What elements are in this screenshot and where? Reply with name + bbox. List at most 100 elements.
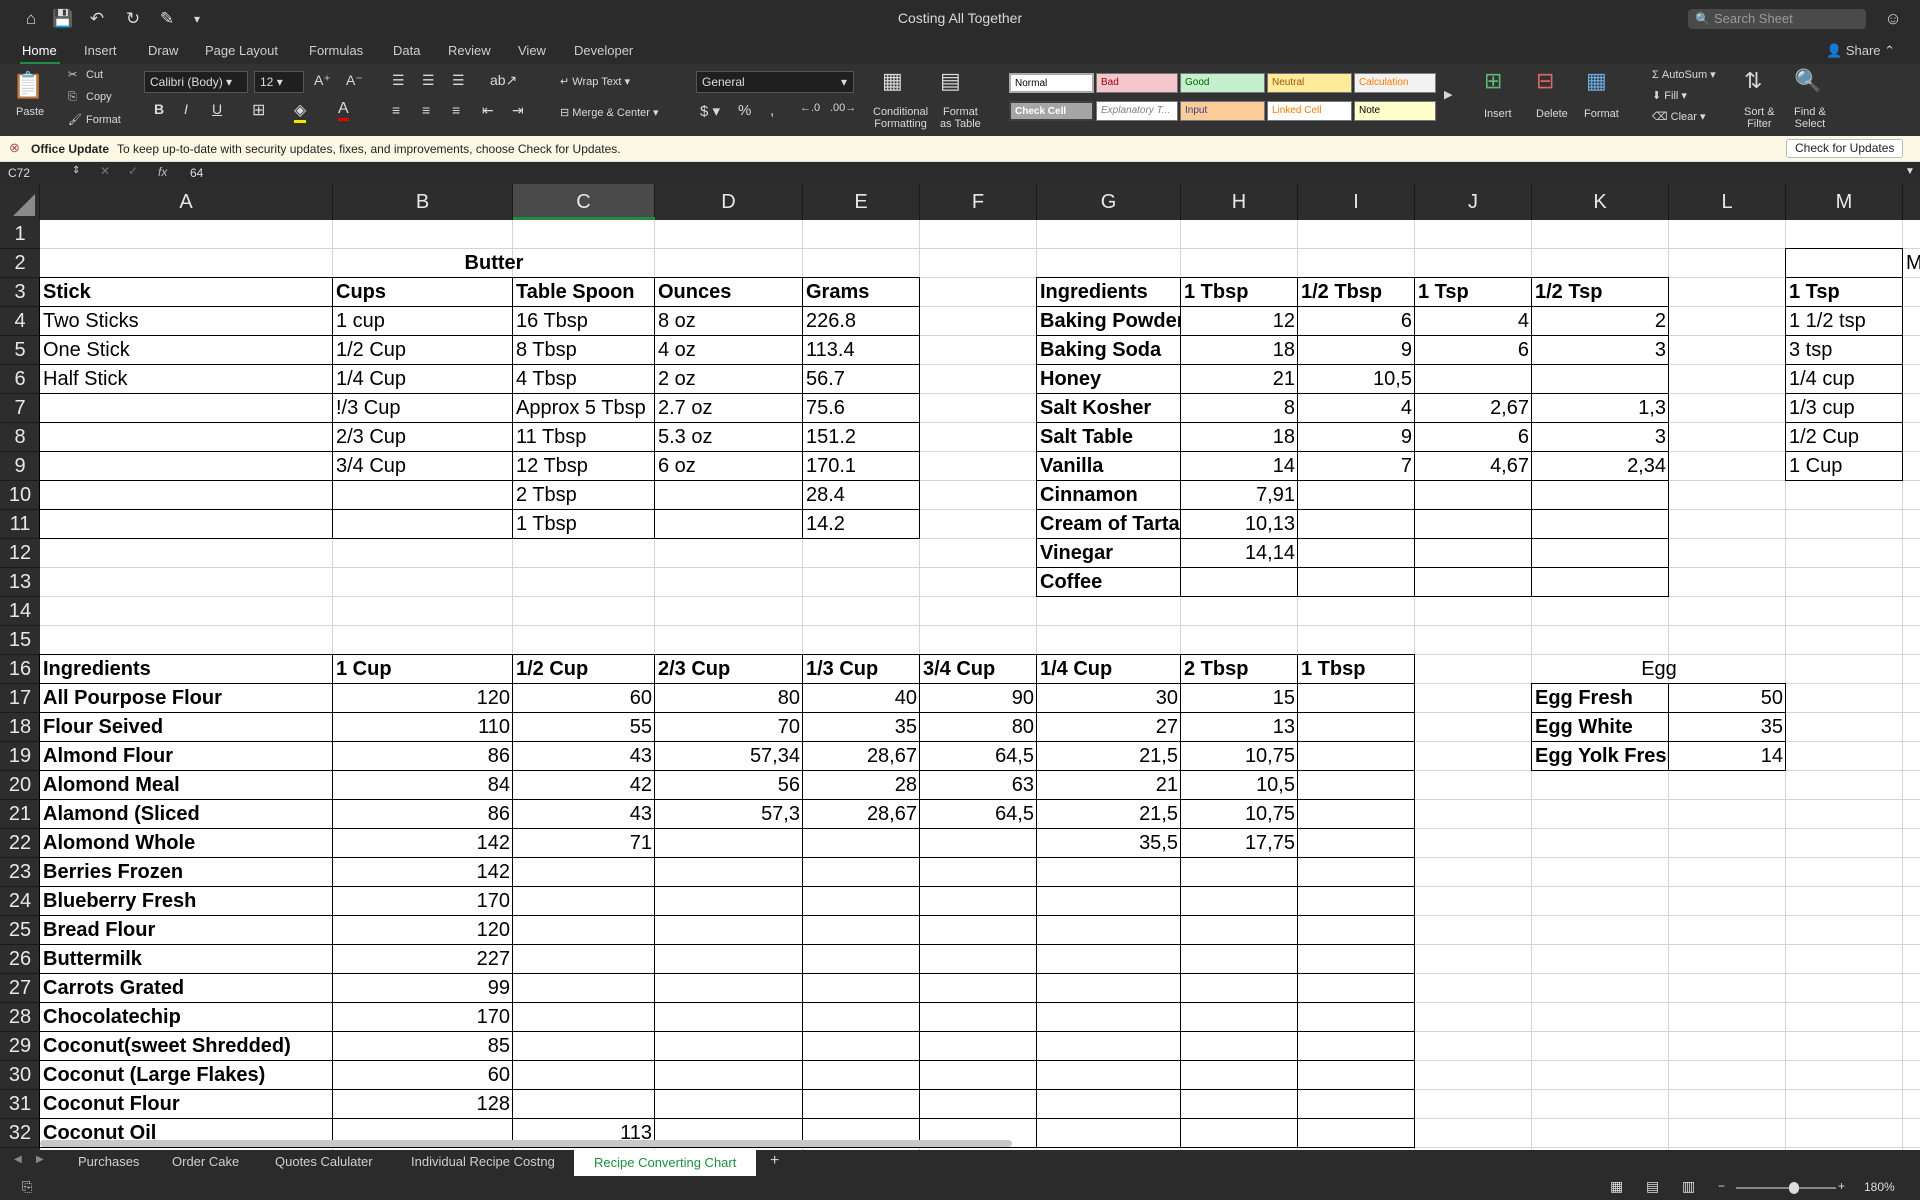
style-note[interactable]: Note bbox=[1354, 101, 1436, 121]
tab-draw[interactable]: Draw bbox=[148, 43, 178, 58]
cups-cell[interactable]: 99 bbox=[333, 974, 513, 1003]
conditional-formatting-icon[interactable]: ▦ bbox=[882, 68, 903, 94]
zoom-slider[interactable] bbox=[1736, 1187, 1836, 1189]
row-header[interactable]: 11 bbox=[0, 510, 40, 539]
spoon-cell[interactable]: 14,14 bbox=[1181, 539, 1298, 568]
row-header[interactable]: 5 bbox=[0, 336, 40, 365]
egg-cell[interactable]: Egg Yolk Fresh bbox=[1532, 742, 1669, 771]
add-sheet-icon[interactable]: + bbox=[770, 1152, 779, 1170]
cups-cell[interactable]: 13 bbox=[1181, 713, 1298, 742]
row-header[interactable]: 20 bbox=[0, 771, 40, 800]
row-header[interactable]: 4 bbox=[0, 307, 40, 336]
name-box[interactable]: C72 bbox=[8, 166, 30, 180]
cups-cell[interactable]: 28,67 bbox=[803, 800, 920, 829]
cups-cell[interactable]: 90 bbox=[920, 684, 1037, 713]
zoom-out-icon[interactable]: − bbox=[1718, 1179, 1725, 1193]
row-header[interactable]: 21 bbox=[0, 800, 40, 829]
cups-cell[interactable]: Chocolatechip bbox=[40, 1003, 333, 1032]
butter-header[interactable]: Table Spoon bbox=[513, 278, 655, 307]
butter-cell[interactable]: 3/4 Cup bbox=[333, 452, 513, 481]
cups-header[interactable]: 1/2 Cup bbox=[513, 655, 655, 684]
row-header[interactable]: 1 bbox=[0, 220, 40, 249]
sheet-tab-quotes-calulater[interactable]: Quotes Calulater bbox=[275, 1154, 373, 1169]
align-right-icon[interactable]: ≡ bbox=[452, 102, 460, 118]
egg-title[interactable]: Egg bbox=[1532, 655, 1786, 684]
cups-cell[interactable]: 64,5 bbox=[920, 800, 1037, 829]
spoon-cell[interactable]: Coffee bbox=[1037, 568, 1181, 597]
align-center-icon[interactable]: ≡ bbox=[422, 102, 430, 118]
col-header-m[interactable]: M bbox=[1786, 184, 1903, 220]
zoom-in-icon[interactable]: + bbox=[1838, 1179, 1845, 1193]
spoon-header[interactable]: Ingredients bbox=[1037, 278, 1181, 307]
butter-cell[interactable]: 1 Tbsp bbox=[513, 510, 655, 539]
page-layout-view-icon[interactable]: ▤ bbox=[1646, 1178, 1659, 1195]
row-header[interactable]: 24 bbox=[0, 887, 40, 916]
spoon-cell[interactable]: 12 bbox=[1181, 307, 1298, 336]
styles-more-icon[interactable]: ▶ bbox=[1444, 88, 1452, 101]
sheet-tab-individual-recipe-costng[interactable]: Individual Recipe Costng bbox=[411, 1154, 555, 1169]
tab-review[interactable]: Review bbox=[448, 43, 491, 58]
style-normal[interactable]: Normal bbox=[1009, 73, 1094, 93]
butter-cell[interactable]: 1 cup bbox=[333, 307, 513, 336]
clear-button[interactable]: ⌫ Clear ▾ bbox=[1652, 110, 1706, 123]
row-header[interactable]: 9 bbox=[0, 452, 40, 481]
spoon-cell[interactable]: Salt Kosher bbox=[1037, 394, 1181, 423]
cups-cell[interactable]: 27 bbox=[1037, 713, 1181, 742]
horizontal-scrollbar[interactable] bbox=[40, 1140, 1012, 1147]
col-header-l[interactable]: L bbox=[1669, 184, 1786, 220]
zoom-level[interactable]: 180% bbox=[1864, 1180, 1895, 1194]
spoon-cell[interactable]: Honey bbox=[1037, 365, 1181, 394]
style-explanatory[interactable]: Explanatory T... bbox=[1096, 101, 1178, 121]
cups-cell[interactable]: 28,67 bbox=[803, 742, 920, 771]
increase-font-icon[interactable]: A⁺ bbox=[314, 72, 331, 89]
find-select-button[interactable]: Find & Select bbox=[1794, 106, 1826, 130]
spoon-header[interactable]: 1/2 Tbsp bbox=[1298, 278, 1415, 307]
spoon-cell[interactable]: Cinnamon bbox=[1037, 481, 1181, 510]
delete-cells-icon[interactable]: ⊟ bbox=[1536, 68, 1554, 94]
cups-cell[interactable]: Berries Frozen bbox=[40, 858, 333, 887]
cups-cell[interactable]: 55 bbox=[513, 713, 655, 742]
paste-icon[interactable]: 📋 bbox=[12, 70, 44, 101]
butter-header[interactable]: Grams bbox=[803, 278, 920, 307]
butter-cell[interactable]: One Stick bbox=[40, 336, 333, 365]
copy-button[interactable]: Copy bbox=[86, 91, 112, 103]
butter-cell[interactable]: 1/4 Cup bbox=[333, 365, 513, 394]
decrease-font-icon[interactable]: A⁻ bbox=[346, 72, 363, 89]
row-header[interactable]: 26 bbox=[0, 945, 40, 974]
butter-cell[interactable]: 2 oz bbox=[655, 365, 803, 394]
butter-cell[interactable]: 6 oz bbox=[655, 452, 803, 481]
butter-header[interactable]: Ounces bbox=[655, 278, 803, 307]
cut-button[interactable]: Cut bbox=[86, 69, 103, 81]
cups-cell[interactable]: 21 bbox=[1037, 771, 1181, 800]
font-size-select[interactable]: 12 ▾ bbox=[254, 71, 304, 93]
spoon-cell[interactable]: Cream of Tarta bbox=[1037, 510, 1181, 539]
insert-button[interactable]: Insert bbox=[1484, 108, 1512, 120]
tab-home[interactable]: Home bbox=[22, 43, 57, 58]
spoon-cell[interactable]: 4,67 bbox=[1415, 452, 1532, 481]
decrease-decimal-icon[interactable]: .00→ bbox=[830, 102, 856, 114]
font-name-select[interactable]: Calibri (Body) ▾ bbox=[144, 71, 248, 93]
underline-icon[interactable]: U bbox=[212, 101, 222, 117]
sort-filter-icon[interactable]: ⇅ bbox=[1744, 68, 1762, 94]
butter-cell[interactable]: Half Stick bbox=[40, 365, 333, 394]
cups-cell[interactable]: Blueberry Fresh bbox=[40, 887, 333, 916]
spoon-cell[interactable]: Salt Table bbox=[1037, 423, 1181, 452]
butter-cell[interactable]: 8 Tbsp bbox=[513, 336, 655, 365]
close-icon[interactable]: ⊗ bbox=[9, 140, 20, 156]
next-sheet-icon[interactable]: ▶ bbox=[36, 1154, 44, 1165]
format-button[interactable]: Format bbox=[1584, 108, 1619, 120]
row-header[interactable]: 18 bbox=[0, 713, 40, 742]
style-calculation[interactable]: Calculation bbox=[1354, 73, 1436, 93]
cups-cell[interactable]: 57,34 bbox=[655, 742, 803, 771]
row-header[interactable]: 28 bbox=[0, 1003, 40, 1032]
spoon-cell[interactable]: Vinegar bbox=[1037, 539, 1181, 568]
normal-view-icon[interactable]: ▦ bbox=[1610, 1178, 1623, 1195]
row-header[interactable]: 14 bbox=[0, 597, 40, 626]
cups-cell[interactable]: Flour Seived bbox=[40, 713, 333, 742]
macro-record-icon[interactable]: ⎘ bbox=[22, 1179, 32, 1195]
align-middle-icon[interactable]: ☰ bbox=[422, 72, 435, 89]
butter-cell[interactable]: 4 Tbsp bbox=[513, 365, 655, 394]
cups-cell[interactable]: Coconut Flour bbox=[40, 1090, 333, 1119]
egg-cell[interactable]: Egg Fresh bbox=[1532, 684, 1669, 713]
spoon-cell[interactable]: 7 bbox=[1298, 452, 1415, 481]
